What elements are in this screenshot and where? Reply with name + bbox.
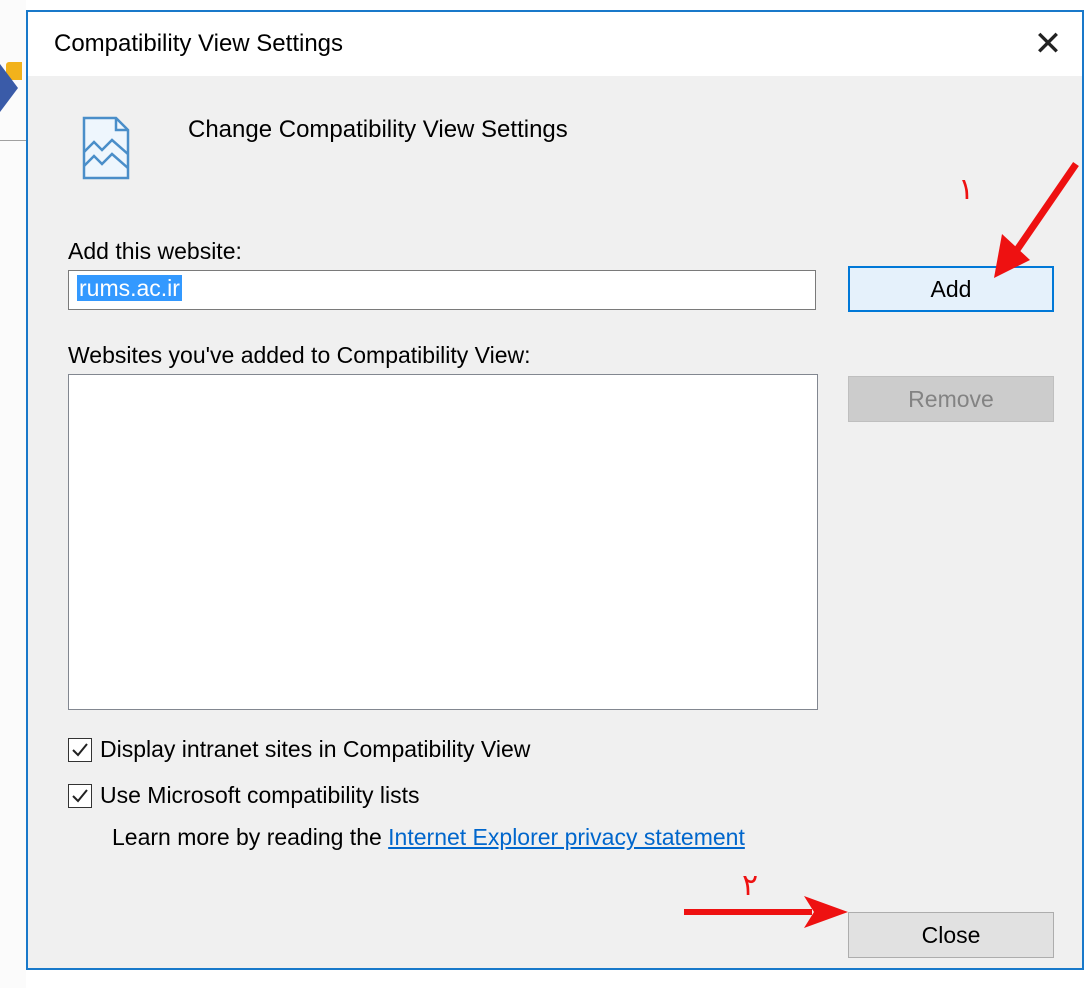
background-logo-shape: [0, 64, 18, 112]
website-url-input[interactable]: rums.ac.ir: [68, 270, 816, 310]
title-bar: Compatibility View Settings ✕: [28, 12, 1082, 76]
added-websites-label: Websites you've added to Compatibility V…: [68, 342, 531, 368]
compatibility-view-dialog: Compatibility View Settings ✕ Change Com…: [26, 10, 1084, 970]
intranet-option-row[interactable]: Display intranet sites in Compatibility …: [68, 736, 530, 763]
checkmark-icon: [72, 742, 88, 756]
add-button[interactable]: Add: [848, 266, 1054, 312]
add-website-label: Add this website:: [68, 238, 242, 264]
learn-more-prefix: Learn more by reading the: [112, 824, 389, 850]
remove-button[interactable]: Remove: [848, 376, 1054, 422]
close-button[interactable]: Close: [848, 912, 1054, 958]
dialog-heading: Change Compatibility View Settings: [188, 116, 568, 143]
compatibility-view-icon: [82, 116, 130, 180]
privacy-statement-link[interactable]: Internet Explorer privacy statement: [388, 824, 745, 850]
dialog-title: Compatibility View Settings: [54, 30, 344, 57]
background-divider: [0, 140, 26, 141]
url-selected-text: rums.ac.ir: [77, 275, 182, 301]
intranet-checkbox[interactable]: [68, 737, 92, 762]
learn-more-text: Learn more by reading the Internet Explo…: [112, 824, 745, 851]
ms-lists-option-row[interactable]: Use Microsoft compatibility lists: [68, 782, 420, 809]
added-websites-list[interactable]: [68, 374, 818, 710]
ms-lists-option-label: Use Microsoft compatibility lists: [100, 782, 420, 808]
ms-lists-checkbox[interactable]: [68, 783, 92, 808]
background-app: [0, 0, 26, 988]
intranet-option-label: Display intranet sites in Compatibility …: [100, 736, 531, 762]
checkmark-icon: [72, 788, 88, 802]
close-icon[interactable]: ✕: [1028, 24, 1068, 64]
